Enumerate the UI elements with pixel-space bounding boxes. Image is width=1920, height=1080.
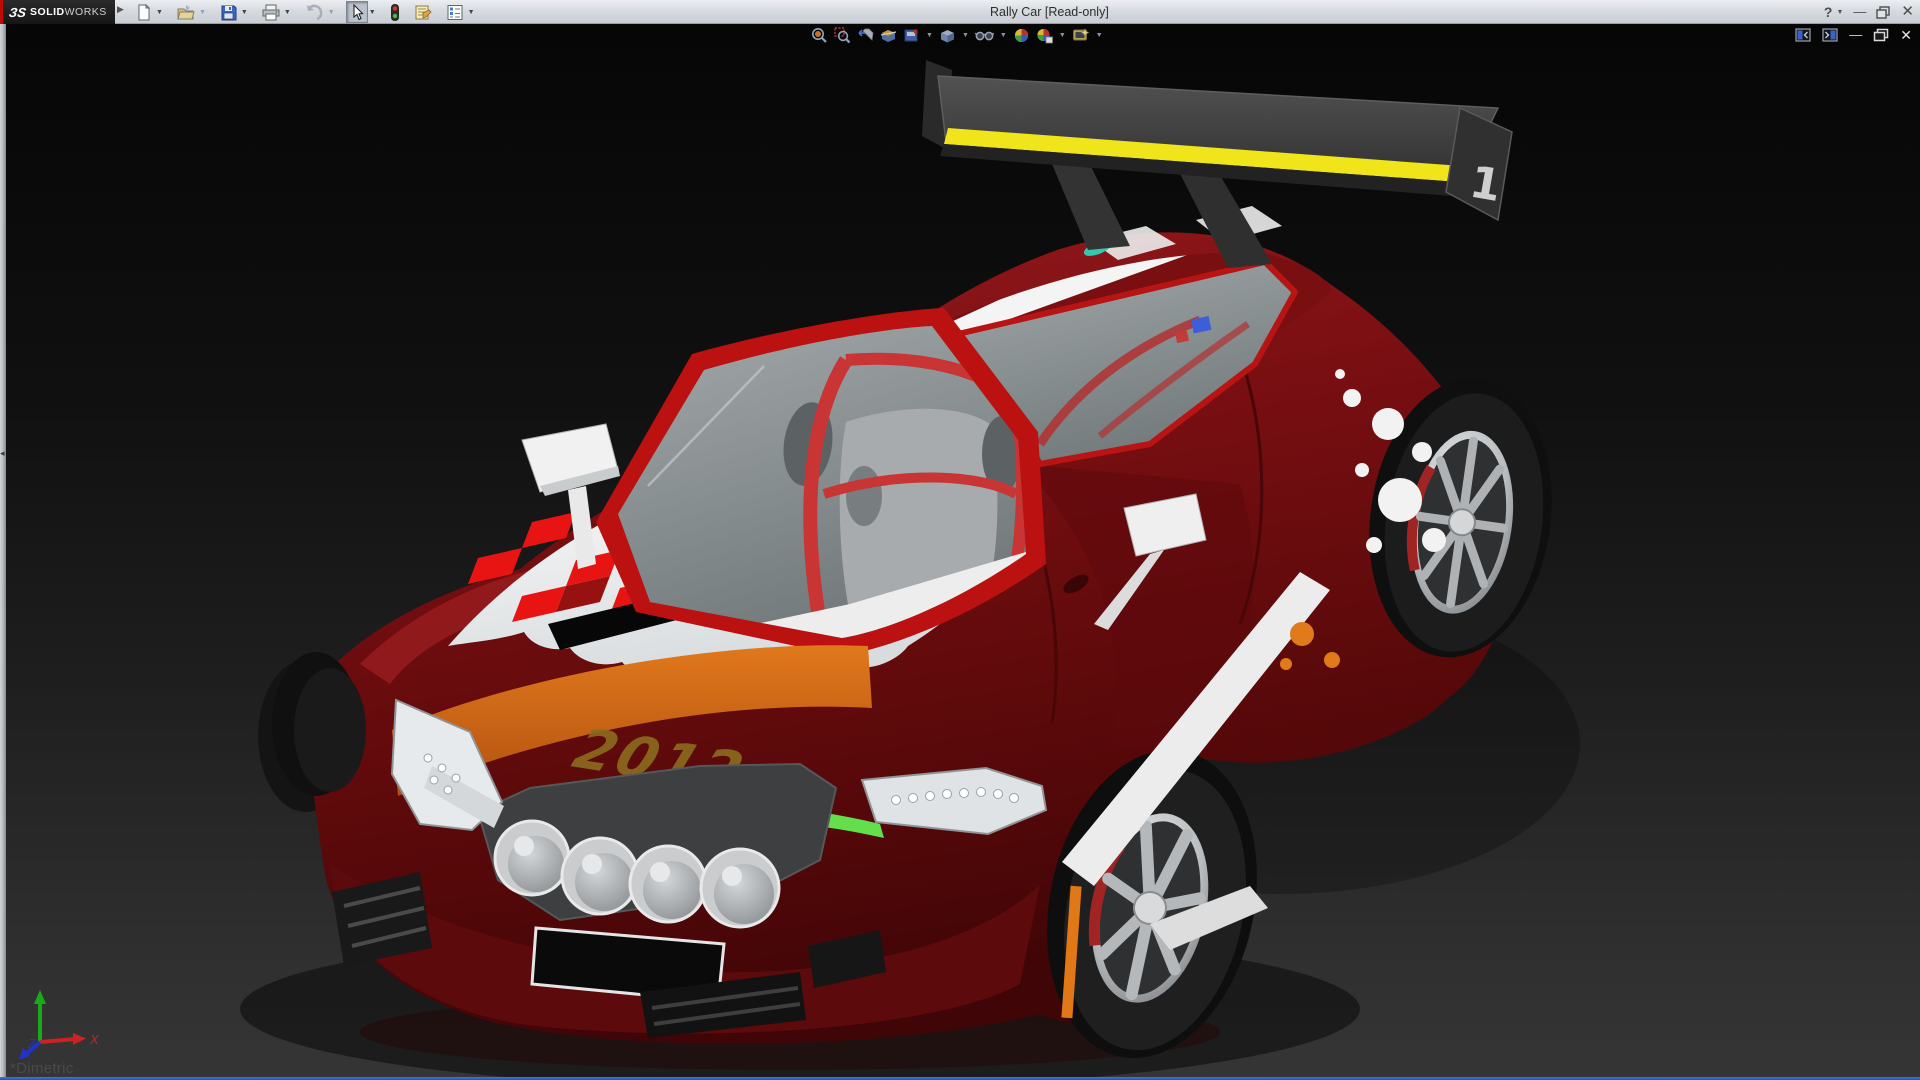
help-dropdown-caret[interactable]: ▼ bbox=[1836, 9, 1843, 16]
toolbar-expander-icon[interactable]: ▶ bbox=[117, 4, 124, 15]
hide-show-items-button[interactable] bbox=[974, 26, 995, 45]
graphics-viewport[interactable]: 2012 bbox=[0, 24, 1920, 1077]
options-button[interactable] bbox=[443, 1, 467, 23]
open-folder-icon bbox=[177, 4, 195, 21]
select-button[interactable] bbox=[346, 1, 368, 23]
save-floppy-icon bbox=[220, 4, 237, 21]
logo-mark: ЗS bbox=[8, 5, 27, 20]
orientation-triad[interactable]: X Z bbox=[14, 986, 104, 1070]
edit-appearance-icon bbox=[1013, 27, 1030, 44]
window-title: Rally Car [Read-only] bbox=[990, 5, 1109, 19]
headsup-view-toolbar: ▼ ▼ ▼ bbox=[810, 26, 1104, 45]
edit-appearance-button[interactable] bbox=[1012, 26, 1031, 45]
document-window-controls: — ✕ bbox=[1795, 27, 1912, 43]
save-button[interactable] bbox=[217, 1, 240, 23]
feature-pane-toggle-button[interactable] bbox=[1795, 28, 1811, 42]
apply-scene-caret[interactable]: ▼ bbox=[1059, 32, 1066, 39]
rebuild-traffic-light-icon bbox=[390, 4, 400, 21]
save-dropdown-caret[interactable]: ▼ bbox=[240, 9, 251, 16]
logo-text-bold: SOLID bbox=[30, 6, 65, 18]
doc-close-button[interactable]: ✕ bbox=[1900, 27, 1912, 43]
view-orientation-button[interactable] bbox=[902, 26, 921, 45]
restore-button[interactable] bbox=[1876, 6, 1891, 19]
hide-show-items-caret[interactable]: ▼ bbox=[1000, 32, 1007, 39]
solidworks-logo: ЗS SOLIDWORKS bbox=[3, 0, 115, 24]
file-properties-icon bbox=[414, 4, 432, 21]
rebuild-button[interactable] bbox=[387, 1, 403, 23]
undo-icon bbox=[305, 4, 324, 21]
section-view-button[interactable] bbox=[879, 26, 898, 45]
y-axis-arrow bbox=[34, 990, 46, 1004]
display-style-caret[interactable]: ▼ bbox=[962, 32, 969, 39]
select-cursor-icon bbox=[349, 4, 365, 21]
panel-collapse-arrow-icon[interactable]: ◂ bbox=[0, 448, 5, 459]
display-style-icon bbox=[939, 27, 956, 44]
previous-view-button[interactable] bbox=[856, 26, 875, 45]
undo-button[interactable] bbox=[302, 1, 327, 23]
open-button[interactable] bbox=[174, 1, 198, 23]
x-axis-label: X bbox=[89, 1032, 100, 1047]
title-bar: ЗS SOLIDWORKS ▶ ▼ ▼ ▼ bbox=[0, 0, 1920, 24]
feature-panel-splitter[interactable] bbox=[0, 24, 6, 1077]
new-button[interactable] bbox=[132, 1, 155, 23]
previous-view-icon bbox=[857, 27, 874, 44]
apply-scene-icon bbox=[1036, 27, 1053, 44]
apply-scene-button[interactable] bbox=[1035, 26, 1054, 45]
new-dropdown-caret[interactable]: ▼ bbox=[155, 9, 166, 16]
select-dropdown-caret[interactable]: ▼ bbox=[368, 9, 379, 16]
zoom-to-area-button[interactable] bbox=[833, 26, 852, 45]
task-pane-toggle-button[interactable] bbox=[1822, 28, 1838, 42]
window-controls: ? ▼ — ✕ bbox=[1824, 0, 1914, 24]
standard-toolbar: ▼ ▼ ▼ ▼ bbox=[132, 0, 478, 24]
zoom-to-fit-button[interactable] bbox=[810, 26, 829, 45]
x-axis-arrow bbox=[73, 1033, 86, 1045]
print-icon bbox=[262, 4, 280, 21]
close-button[interactable]: ✕ bbox=[1901, 0, 1914, 24]
file-properties-button[interactable] bbox=[411, 1, 435, 23]
options-dropdown-caret[interactable]: ▼ bbox=[467, 9, 478, 16]
view-settings-caret[interactable]: ▼ bbox=[1096, 32, 1103, 39]
view-settings-button[interactable] bbox=[1071, 26, 1091, 45]
minimize-button[interactable]: — bbox=[1853, 0, 1866, 24]
zoom-to-area-icon bbox=[834, 27, 851, 44]
doc-minimize-button[interactable]: — bbox=[1849, 27, 1862, 43]
view-settings-icon bbox=[1072, 27, 1090, 44]
open-dropdown-caret[interactable]: ▼ bbox=[198, 9, 209, 16]
view-orientation-caret[interactable]: ▼ bbox=[926, 32, 933, 39]
undo-dropdown-caret[interactable]: ▼ bbox=[327, 9, 338, 16]
new-document-icon bbox=[135, 4, 152, 21]
print-dropdown-caret[interactable]: ▼ bbox=[283, 9, 294, 16]
view-orientation-icon bbox=[903, 27, 920, 44]
model-rally-car[interactable]: 2012 bbox=[0, 24, 1920, 1077]
zoom-to-fit-icon bbox=[811, 27, 828, 44]
doc-restore-button[interactable] bbox=[1873, 28, 1889, 42]
section-view-icon bbox=[880, 27, 897, 44]
options-icon bbox=[446, 4, 464, 21]
view-orientation-label: *Dimetric bbox=[10, 1060, 74, 1077]
z-axis-label: Z bbox=[27, 1036, 37, 1051]
hide-show-items-icon bbox=[975, 27, 994, 44]
display-style-button[interactable] bbox=[938, 26, 957, 45]
print-button[interactable] bbox=[259, 1, 283, 23]
help-button[interactable]: ? bbox=[1824, 0, 1833, 24]
rear-wing[interactable]: 1 bbox=[922, 60, 1512, 268]
logo-text-light: WORKS bbox=[65, 6, 107, 18]
